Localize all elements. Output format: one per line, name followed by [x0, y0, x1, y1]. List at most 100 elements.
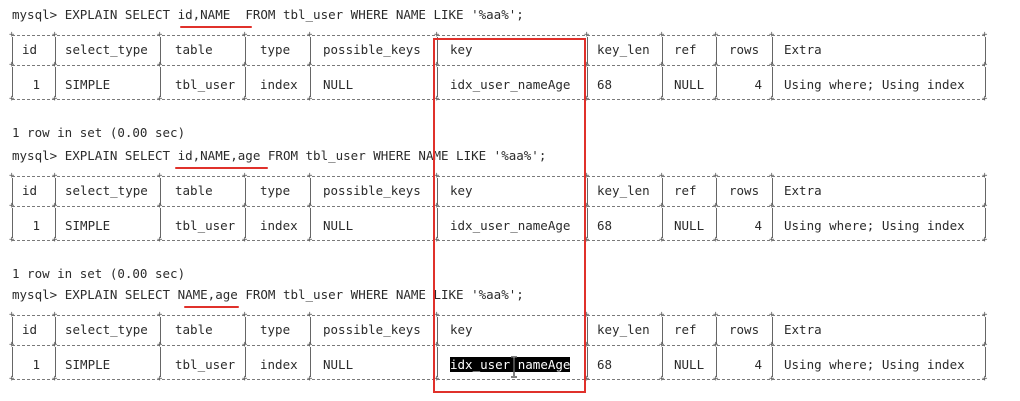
table-cell-rows: 4 — [754, 357, 762, 372]
table-cell-select-type: SIMPLE — [65, 357, 111, 372]
column-header-rows: rows — [729, 42, 760, 57]
table-border-plus: + — [9, 374, 15, 384]
column-header-key-len: key_len — [597, 183, 650, 198]
table-cell-extra: Using where; Using index — [784, 357, 965, 372]
table-border-vertical — [985, 67, 986, 97]
column-header-extra: Extra — [784, 322, 822, 337]
table-border-vertical — [662, 208, 663, 238]
mysql-prompt: mysql> — [12, 287, 65, 302]
column-header-select-type: select_type — [65, 183, 148, 198]
sql-command-line: mysql> EXPLAIN SELECT id,NAME FROM tbl_u… — [12, 6, 524, 24]
table-cell-table: tbl_user — [175, 218, 236, 233]
table-border-plus: + — [242, 374, 248, 384]
table-cell-table: tbl_user — [175, 357, 236, 372]
column-header-type: type — [260, 42, 291, 57]
table-border-plus: + — [769, 374, 775, 384]
table-border-vertical — [160, 67, 161, 97]
result-footer: 1 row in set (0.00 sec) — [12, 266, 186, 281]
column-header-key-len: key_len — [597, 322, 650, 337]
column-header-table: table — [175, 322, 213, 337]
table-cell-id: 1 — [32, 218, 40, 233]
table-border-vertical — [12, 208, 13, 238]
table-border-plus: + — [982, 374, 988, 384]
column-header-rows: rows — [729, 322, 760, 337]
column-header-extra: Extra — [784, 183, 822, 198]
table-cell-key-len: 68 — [597, 357, 613, 372]
table-border-plus: + — [52, 94, 58, 104]
column-header-ref: ref — [674, 183, 697, 198]
result-footer: 1 row in set (0.00 sec) — [12, 125, 186, 140]
sql-selected-columns: NAME,age — [177, 287, 238, 302]
red-underline-annotation — [175, 167, 268, 169]
table-cell-key-len: 68 — [597, 77, 613, 92]
mysql-prompt: mysql> — [12, 148, 65, 163]
table-border-vertical — [160, 208, 161, 238]
table-cell-ref: NULL — [674, 218, 705, 233]
table-border-plus: + — [713, 235, 719, 245]
table-border-vertical — [716, 208, 717, 238]
red-underline-annotation — [180, 26, 252, 28]
table-border-plus: + — [157, 94, 163, 104]
table-border-plus: + — [9, 94, 15, 104]
table-border-vertical — [310, 67, 311, 97]
table-border-vertical — [716, 67, 717, 97]
table-cell-type: index — [260, 357, 298, 372]
table-border-plus: + — [659, 94, 665, 104]
table-border-plus: + — [982, 235, 988, 245]
table-cell-rows: 4 — [754, 218, 762, 233]
table-border-plus: + — [982, 94, 988, 104]
table-border-vertical — [310, 208, 311, 238]
sql-selected-columns: id,NAME,age — [177, 148, 261, 163]
table-cell-rows: 4 — [754, 77, 762, 92]
table-border-vertical — [772, 208, 773, 238]
table-cell-possible-keys: NULL — [323, 77, 354, 92]
table-border-plus: + — [307, 94, 313, 104]
column-header-type: type — [260, 183, 291, 198]
table-border-vertical — [587, 347, 588, 377]
table-cell-ref: NULL — [674, 77, 705, 92]
table-border-plus: + — [659, 235, 665, 245]
table-cell-extra: Using where; Using index — [784, 77, 965, 92]
table-cell-possible-keys: NULL — [323, 357, 354, 372]
table-border-vertical — [245, 208, 246, 238]
table-cell-type: index — [260, 77, 298, 92]
table-cell-table: tbl_user — [175, 77, 236, 92]
table-border-plus: + — [713, 374, 719, 384]
column-header-select-type: select_type — [65, 42, 148, 57]
sql-text: EXPLAIN SELECT — [64, 148, 178, 163]
table-border-vertical — [55, 347, 56, 377]
table-border-vertical — [587, 208, 588, 238]
table-border-plus: + — [307, 374, 313, 384]
column-header-id: id — [22, 42, 38, 57]
table-border-vertical — [55, 67, 56, 97]
table-border-vertical — [12, 67, 13, 97]
column-header-table: table — [175, 183, 213, 198]
table-border-vertical — [587, 67, 588, 97]
table-border-plus: + — [769, 235, 775, 245]
table-border-vertical — [772, 347, 773, 377]
column-header-id: id — [22, 183, 38, 198]
table-border-plus: + — [9, 235, 15, 245]
column-header-ref: ref — [674, 42, 697, 57]
table-border-vertical — [55, 208, 56, 238]
table-cell-possible-keys: NULL — [323, 218, 354, 233]
table-cell-select-type: SIMPLE — [65, 77, 111, 92]
sql-selected-columns: id,NAME — [177, 7, 238, 22]
table-border-vertical — [12, 347, 13, 377]
sql-text: EXPLAIN SELECT — [64, 7, 178, 22]
column-header-ref: ref — [674, 322, 697, 337]
table-border-plus: + — [307, 235, 313, 245]
table-border-vertical — [772, 67, 773, 97]
table-cell-extra: Using where; Using index — [784, 218, 965, 233]
table-border-plus: + — [157, 235, 163, 245]
table-border-plus: + — [769, 94, 775, 104]
column-header-select-type: select_type — [65, 322, 148, 337]
table-border-vertical — [245, 347, 246, 377]
table-cell-id: 1 — [32, 77, 40, 92]
table-border-plus: + — [52, 235, 58, 245]
table-cell-id: 1 — [32, 357, 40, 372]
table-cell-ref: NULL — [674, 357, 705, 372]
key-column-highlight-box — [433, 38, 586, 393]
table-border-plus: + — [659, 374, 665, 384]
column-header-possible-keys: possible_keys — [323, 183, 421, 198]
